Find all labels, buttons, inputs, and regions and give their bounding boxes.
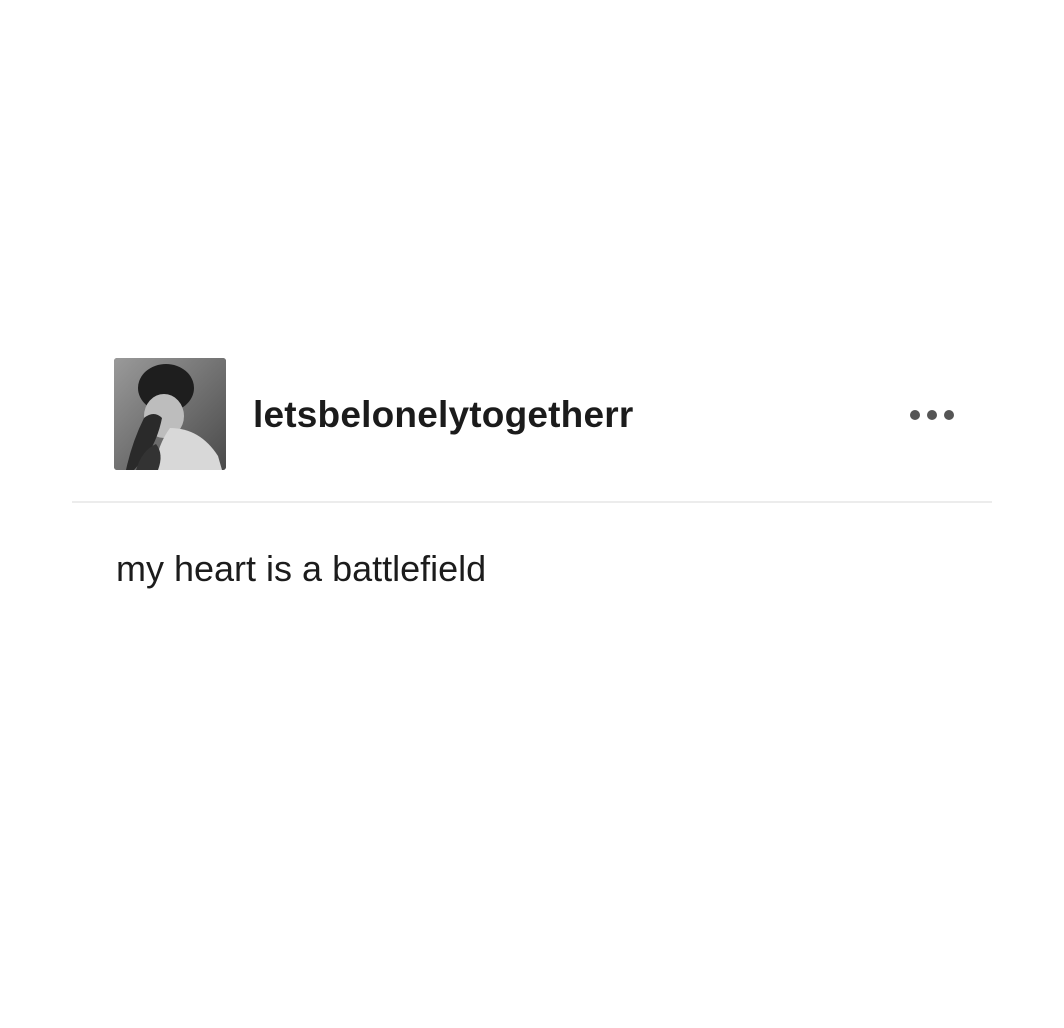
more-options-button[interactable] [904,400,960,430]
header-divider [72,501,992,503]
avatar[interactable] [114,358,226,470]
avatar-photo-icon [114,358,226,470]
post-card: letsbelonelytogetherr my heart is a batt… [72,338,992,628]
post-header: letsbelonelytogetherr [72,338,992,503]
more-options-icon [910,410,954,420]
author-username[interactable]: letsbelonelytogetherr [253,394,633,436]
post-text: my heart is a battlefield [116,548,487,589]
